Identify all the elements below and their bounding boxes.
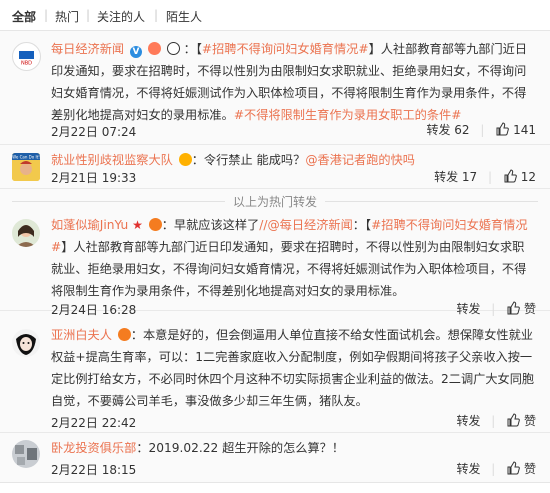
- badge-icon: [147, 42, 161, 55]
- avatar[interactable]: We Can Do It!: [12, 153, 40, 181]
- badge-icon: [178, 153, 192, 166]
- tab-following[interactable]: 关注的人: [97, 8, 145, 25]
- forward-text: 每日经济新闻 V ：【#招聘不得询问妇女婚育情况#】人社部教育部等九部门近日印发…: [51, 38, 536, 126]
- user-name[interactable]: 亚洲白夫人: [51, 328, 112, 342]
- mention-link[interactable]: @香港记者跑的快吗: [305, 153, 415, 167]
- timestamp[interactable]: 2月22日 07:24: [51, 123, 136, 140]
- mention-link[interactable]: //@每日经济新闻: [259, 218, 353, 232]
- forward-button[interactable]: 转发: [456, 460, 480, 477]
- actions-bar: 转发 | 赞: [456, 300, 536, 317]
- timestamp[interactable]: 2月21日 19:33: [51, 169, 136, 186]
- avatar[interactable]: [12, 440, 40, 468]
- thumbs-up-icon: [504, 169, 517, 183]
- forward-button[interactable]: 转发: [456, 412, 480, 429]
- user-name[interactable]: 如蓬似瑜JinYu: [51, 218, 128, 232]
- avatar[interactable]: NBD: [12, 42, 41, 71]
- avatar[interactable]: [12, 219, 40, 247]
- badge-icon: [148, 218, 162, 231]
- badge-icon: [117, 328, 131, 341]
- forward-button[interactable]: 转发: [456, 300, 480, 317]
- forward-text: 如蓬似瑜JinYu ★ ：早就应该这样了//@每日经济新闻：【#招聘不得询问妇女…: [51, 214, 536, 302]
- forward-item: We Can Do It! 就业性别歧视监察大队 ：令行禁止 能成吗？@香港记者…: [0, 145, 550, 189]
- actions-bar: 转发 62 | 141: [426, 121, 536, 138]
- actions-bar: 转发 | 赞: [456, 460, 536, 477]
- user-name[interactable]: 卧龙投资俱乐部: [51, 441, 136, 455]
- topic-link[interactable]: #招聘不得询问妇女婚育情况#: [202, 42, 369, 56]
- hot-forward-label: 以上为热门转发: [224, 195, 325, 209]
- thumbs-up-icon: [507, 301, 520, 315]
- thumbs-up-icon: [496, 122, 510, 136]
- like-button[interactable]: 141: [495, 122, 536, 137]
- avatar[interactable]: [12, 329, 40, 357]
- forward-list-panel: 全部 | 热门 | 关注的人 | 陌生人 NBD 每日经济新闻 V ：【#招聘不…: [0, 0, 550, 493]
- timestamp[interactable]: 2月22日 22:42: [51, 414, 136, 431]
- bottom-edge: [0, 482, 550, 493]
- forward-text: 亚洲白夫人 ：本意是好的，但会倒逼用人单位直接不给女性面试机会。想保障女性就业权…: [51, 324, 536, 412]
- tab-strangers[interactable]: 陌生人: [166, 8, 202, 25]
- tab-hot[interactable]: 热门: [55, 8, 79, 25]
- like-label: 赞: [523, 462, 536, 476]
- forward-body: ：令行禁止 能成吗？: [191, 153, 306, 167]
- verified-icon: V: [130, 46, 142, 58]
- like-button[interactable]: 赞: [506, 300, 536, 317]
- topic-link[interactable]: #不得将限制生育作为录用女职工的条件#: [234, 108, 462, 122]
- like-count: 141: [513, 122, 536, 137]
- forward-item: NBD 每日经济新闻 V ：【#招聘不得询问妇女婚育情况#】人社部教育部等九部门…: [0, 31, 550, 145]
- like-label: 赞: [523, 302, 536, 316]
- action-divider: |: [491, 301, 496, 316]
- avatar-logo-text: We Can Do It!: [12, 155, 40, 160]
- forward-item: 如蓬似瑜JinYu ★ ：早就应该这样了//@每日经济新闻：【#招聘不得询问妇女…: [0, 209, 550, 317]
- filter-tabs: 全部 | 热门 | 关注的人 | 陌生人: [0, 0, 550, 31]
- avatar-logo-text: NBD: [21, 61, 32, 67]
- user-name[interactable]: 每日经济新闻: [51, 42, 124, 56]
- forward-text: 卧龙投资俱乐部：2019.02.22 超生开除的怎么算？！: [51, 437, 536, 459]
- tab-divider: |: [86, 8, 91, 22]
- action-divider: |: [480, 122, 485, 137]
- actions-bar: 转发 17 | 12: [434, 168, 536, 185]
- user-name[interactable]: 就业性别歧视监察大队: [51, 153, 173, 167]
- hot-forward-divider: 以上为热门转发: [0, 193, 550, 210]
- star-icon: ★: [132, 218, 143, 232]
- text-part: 】人社部教育部等九部门近日印发通知，要求在招聘时，不得以性别为由限制妇女求职就业…: [51, 240, 527, 298]
- action-divider: |: [488, 169, 493, 184]
- forward-body: ：早就应该这样了: [161, 218, 260, 232]
- forward-item: 卧龙投资俱乐部：2019.02.22 超生开除的怎么算？！ 2月22日 18:1…: [0, 433, 550, 481]
- forward-button[interactable]: 转发 62: [426, 121, 469, 138]
- thumbs-up-icon: [507, 461, 520, 475]
- tab-divider: |: [154, 8, 159, 22]
- like-button[interactable]: 赞: [506, 412, 536, 429]
- forward-button[interactable]: 转发 17: [434, 168, 477, 185]
- thumbs-up-icon: [507, 413, 520, 427]
- action-divider: |: [491, 461, 496, 476]
- timestamp[interactable]: 2月22日 18:15: [51, 461, 136, 478]
- panda-icon: [166, 42, 180, 55]
- like-label: 赞: [523, 414, 536, 428]
- forward-item: 亚洲白夫人 ：本意是好的，但会倒逼用人单位直接不给女性面试机会。想保障女性就业权…: [0, 321, 550, 433]
- timestamp[interactable]: 2月24日 16:28: [51, 301, 136, 318]
- separator-text: ：: [183, 42, 196, 56]
- action-divider: |: [491, 413, 496, 428]
- forward-body: ：2019.02.22 超生开除的怎么算？！: [136, 441, 345, 455]
- like-count: 12: [520, 169, 536, 184]
- text-part: ：【: [352, 218, 372, 232]
- tab-divider: |: [44, 8, 49, 22]
- tab-all[interactable]: 全部: [12, 8, 36, 25]
- like-button[interactable]: 12: [503, 169, 536, 184]
- like-button[interactable]: 赞: [506, 460, 536, 477]
- actions-bar: 转发 | 赞: [456, 412, 536, 429]
